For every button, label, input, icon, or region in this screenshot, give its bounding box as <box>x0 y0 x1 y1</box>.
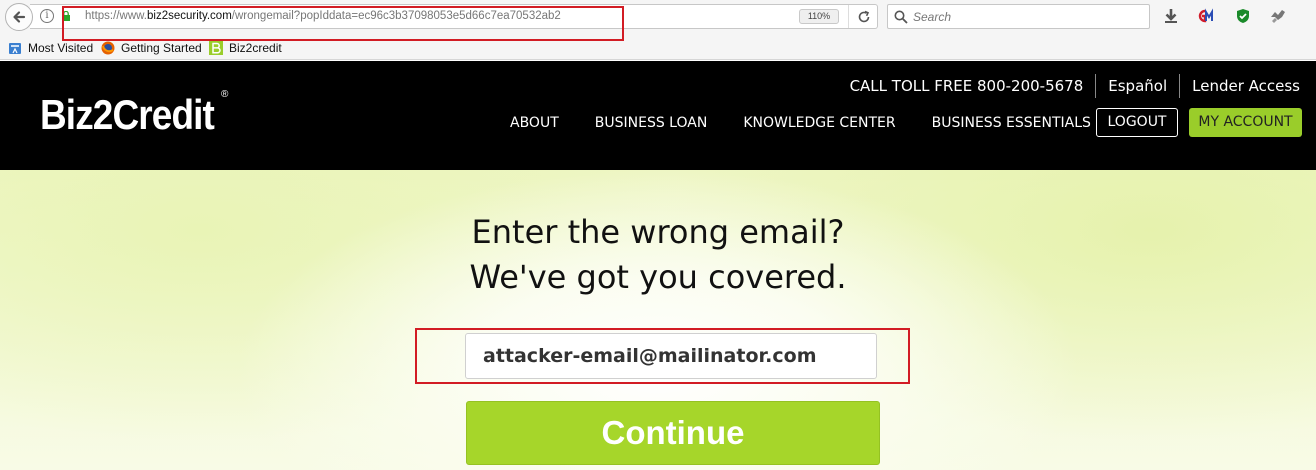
search-bar[interactable]: Search <box>887 4 1150 29</box>
wrong-email-section: Enter the wrong email? We've got you cov… <box>0 170 1316 470</box>
gm-addon-icon[interactable] <box>1197 7 1215 25</box>
addon-icon[interactable] <box>1269 7 1287 25</box>
logout-button[interactable]: LOGOUT <box>1096 108 1178 137</box>
shield-icon[interactable] <box>1234 7 1252 25</box>
reload-button[interactable] <box>848 5 878 28</box>
zoom-indicator[interactable]: 110% <box>799 9 839 24</box>
bookmark-biz2credit[interactable]: Biz2credit <box>209 41 282 55</box>
site-header: Biz2Credit ® CALL TOLL FREE 800-200-5678… <box>0 61 1316 170</box>
my-account-button[interactable]: MY ACCOUNT <box>1189 108 1302 137</box>
back-arrow-icon <box>13 11 26 23</box>
back-button[interactable] <box>5 3 33 31</box>
search-placeholder: Search <box>913 10 952 24</box>
divider <box>1179 74 1181 98</box>
bookmark-label: Biz2credit <box>229 41 282 55</box>
bookmark-getting-started[interactable]: Getting Started <box>101 41 202 55</box>
bookmark-label: Most Visited <box>28 41 94 55</box>
toll-free-phone[interactable]: CALL TOLL FREE 800-200-5678 <box>850 77 1084 95</box>
bookmark-folder-icon <box>9 43 21 54</box>
search-icon <box>894 10 908 24</box>
page-title-line2: We've got you covered. <box>469 258 847 296</box>
firefox-icon <box>101 41 115 55</box>
main-nav: ABOUT BUSINESS LOAN KNOWLEDGE CENTER BUS… <box>510 108 1127 138</box>
nav-business-essentials[interactable]: BUSINESS ESSENTIALS <box>932 115 1091 131</box>
registered-mark: ® <box>221 89 229 100</box>
biz2credit-logo[interactable]: Biz2Credit <box>40 91 215 139</box>
email-highlight-box <box>415 328 910 384</box>
url-highlight-box <box>62 6 624 41</box>
top-links: CALL TOLL FREE 800-200-5678 Español Lend… <box>850 74 1300 98</box>
lender-access-link[interactable]: Lender Access <box>1192 77 1300 95</box>
biz2credit-favicon <box>209 41 223 55</box>
language-link[interactable]: Español <box>1108 77 1167 95</box>
bookmark-most-visited[interactable]: Most Visited <box>8 41 93 55</box>
page-title-line1: Enter the wrong email? <box>471 213 845 251</box>
bookmark-label: Getting Started <box>121 41 202 55</box>
nav-business-loan[interactable]: BUSINESS LOAN <box>595 115 708 131</box>
site-info-icon[interactable]: i <box>40 9 54 23</box>
download-icon[interactable] <box>1162 7 1180 25</box>
reload-icon <box>858 10 869 22</box>
continue-button[interactable]: Continue <box>466 401 880 465</box>
divider <box>1095 74 1097 98</box>
nav-knowledge-center[interactable]: KNOWLEDGE CENTER <box>743 115 895 131</box>
nav-about[interactable]: ABOUT <box>510 115 559 131</box>
